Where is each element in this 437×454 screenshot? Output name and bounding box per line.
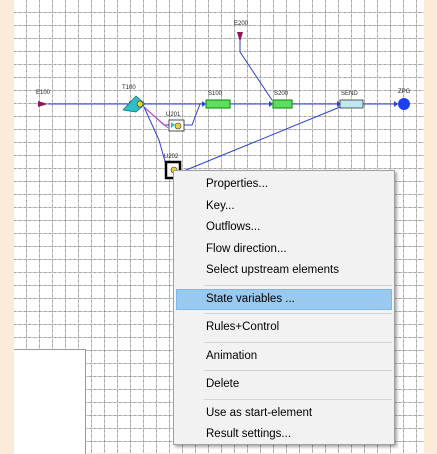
menu-item-animation[interactable]: Animation <box>174 346 394 368</box>
e100-node[interactable] <box>38 101 48 107</box>
flow-magenta <box>144 107 169 129</box>
s200-node[interactable] <box>272 99 293 109</box>
window-frame: E100 T100 U201 U202 S100 E200 S200 SEND … <box>0 0 437 454</box>
e200-label: E200 <box>234 21 249 27</box>
menu-separator <box>204 284 392 286</box>
menu-item-state-variables[interactable]: State variables ... <box>176 288 392 310</box>
s100-node[interactable] <box>205 99 231 109</box>
menu-item-properties[interactable]: Properties... <box>174 174 394 196</box>
flow-u202-send <box>173 106 341 176</box>
menu-item-outflows[interactable]: Outflows... <box>174 217 394 239</box>
menu-item-rules-control[interactable]: Rules+Control <box>174 317 394 339</box>
menu-separator <box>204 313 392 314</box>
flow-t100-u202 <box>143 106 167 166</box>
menu-separator <box>204 370 392 371</box>
menu-item-delete[interactable]: Delete <box>174 374 394 396</box>
e200-node[interactable] <box>237 32 243 42</box>
flow-e200-s200 <box>239 40 273 101</box>
e100-label: E100 <box>36 90 51 96</box>
menu-item-result-settings[interactable]: Result settings... <box>174 424 394 446</box>
flow-u201-s100 <box>184 103 201 126</box>
zpg-node[interactable] <box>398 98 410 110</box>
send-node[interactable] <box>339 99 364 109</box>
s200-label: S200 <box>274 91 289 97</box>
lower-left-panel <box>14 349 86 454</box>
u201-label: U201 <box>166 112 181 118</box>
t100-label: T100 <box>122 85 136 91</box>
menu-separator <box>204 341 392 343</box>
s100-label: S100 <box>208 91 223 97</box>
zpg-label: ZPG <box>398 89 411 95</box>
menu-item-flow-direction[interactable]: Flow direction... <box>174 239 394 261</box>
send-label: SEND <box>341 91 358 97</box>
menu-separator <box>204 398 392 400</box>
menu-item-use-as-start[interactable]: Use as start-element <box>174 403 394 425</box>
menu-item-select-upstream[interactable]: Select upstream elements <box>174 260 394 282</box>
context-menu: Properties... Key... Outflows... Flow di… <box>173 170 395 445</box>
u202-label: U202 <box>164 154 179 160</box>
menu-item-key[interactable]: Key... <box>174 196 394 218</box>
